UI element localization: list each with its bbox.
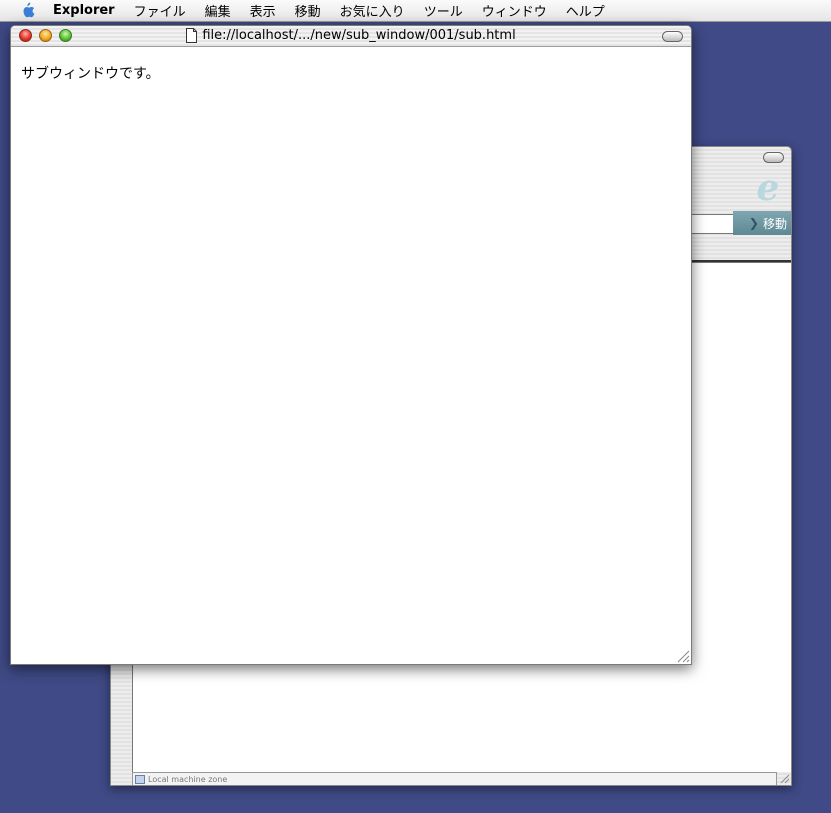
menu-view[interactable]: 表示 <box>250 1 276 20</box>
menu-go[interactable]: 移動 <box>295 1 321 20</box>
menu-edit[interactable]: 編集 <box>205 1 231 20</box>
menu-favorites[interactable]: お気に入り <box>340 1 405 20</box>
toolbar-toggle-button[interactable] <box>662 31 683 42</box>
document-icon <box>186 28 198 43</box>
window-title-text: file://localhost/.../new/sub_window/001/… <box>202 28 516 43</box>
go-arrow-icon: ❯ <box>748 216 759 230</box>
menu-app-name[interactable]: Explorer <box>53 3 115 18</box>
back-go-label: 移動 <box>762 216 787 231</box>
explorer-logo-icon: e <box>756 167 780 209</box>
zone-icon <box>135 774 145 784</box>
page-body-text: サブウィンドウです。 <box>21 66 160 82</box>
menu-tools[interactable]: ツール <box>424 1 463 20</box>
back-resize-grip-icon[interactable] <box>778 772 790 784</box>
back-status-text: Local machine zone <box>148 774 228 784</box>
back-status-bar: Local machine zone <box>132 772 777 785</box>
menu-file[interactable]: ファイル <box>134 1 186 20</box>
resize-grip-icon[interactable] <box>676 649 690 663</box>
menu-help[interactable]: ヘルプ <box>566 1 605 20</box>
menu-window[interactable]: ウィンドウ <box>482 1 547 20</box>
sub-window[interactable]: file://localhost/.../new/sub_window/001/… <box>10 25 692 665</box>
back-go-button[interactable]: ❯ 移動 <box>733 211 791 235</box>
apple-menu-icon[interactable] <box>19 2 35 19</box>
back-toolbar-toggle-button[interactable] <box>763 152 784 163</box>
menu-bar: Explorer ファイル 編集 表示 移動 お気に入り ツール ウィンドウ ヘ… <box>0 0 831 22</box>
page-content: サブウィンドウです。 <box>11 47 691 664</box>
window-title: file://localhost/.../new/sub_window/001/… <box>11 28 691 43</box>
window-titlebar[interactable]: file://localhost/.../new/sub_window/001/… <box>11 26 691 47</box>
